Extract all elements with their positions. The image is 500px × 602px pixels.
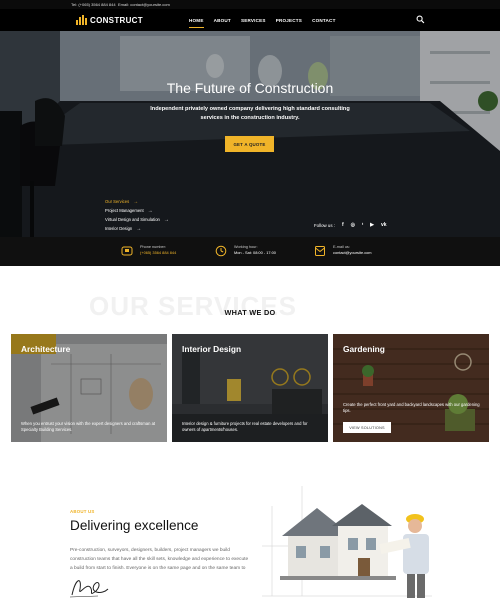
search-icon[interactable] (416, 15, 425, 24)
nav-about[interactable]: ABOUT (209, 18, 236, 23)
arrow-right-icon: → (163, 216, 169, 223)
services-background-text: OUR SERVICES (89, 291, 298, 321)
card-text-architecture: When you entrust your vision with the ex… (21, 421, 156, 432)
get-a-quote-button[interactable]: GET A QUOTE (225, 136, 274, 152)
arrow-right-icon: → (147, 207, 153, 214)
service-card-architecture[interactable]: Architecture When you entrust your visio… (11, 334, 167, 442)
about-text: Pre-construction, surveyors, designers, … (70, 548, 249, 571)
arrow-right-icon: → (136, 225, 142, 232)
house-engineer-image (262, 486, 432, 598)
hero-section: The Future of Construction Independent p… (0, 31, 500, 237)
info-hours-value: Mon - Sat: 08:00 - 17:00 (234, 250, 276, 255)
info-email: E-mail us: contact@yoursite.com (314, 244, 372, 257)
kitchen-background-image (0, 31, 500, 237)
card-title-architecture: Architecture (21, 344, 71, 354)
follow-us-label: Follow us : (314, 222, 335, 228)
about-title: Delivering excellence (70, 518, 199, 533)
info-hours: Working hour: Mon - Sat: 08:00 - 17:00 (215, 244, 276, 257)
logo-bars-icon (76, 15, 87, 25)
hero-title: The Future of Construction (166, 80, 334, 96)
follow-us-bar: Follow us : f ◎ ᵗ ▶ vk (314, 222, 387, 228)
info-email-value[interactable]: contact@yoursite.com (333, 250, 372, 256)
phone-icon (121, 246, 133, 256)
nav-services[interactable]: SERVICES (236, 18, 271, 23)
view-solutions-button[interactable]: VIEW SOLUTIONS (343, 422, 391, 433)
nav-home[interactable]: HOME (184, 18, 209, 28)
instagram-icon[interactable]: ◎ (351, 222, 355, 228)
hero-link-interior-design[interactable]: Interior Design → (105, 224, 169, 233)
contact-info-strip: Phone number: (+065) 3564 884 844 Workin… (0, 237, 500, 266)
logo-text: CONSTRUCT (90, 15, 143, 25)
hero-service-links: Our Services → Project Management → Virtua… (105, 197, 169, 233)
signature-image (69, 580, 109, 598)
topbar-email[interactable]: Email: contact@yoursite.com (118, 2, 170, 7)
main-nav: HOME ABOUT SERVICES PROJECTS CONTACT (184, 9, 341, 31)
email-icon (315, 246, 325, 256)
hero-link-project-management[interactable]: Project Management → (105, 206, 169, 215)
nav-projects[interactable]: PROJECTS (271, 18, 307, 23)
card-title-interior-design: Interior Design (182, 344, 242, 354)
info-phone: Phone number: (+065) 3564 884 844 (121, 244, 176, 257)
card-text-gardening: Create the perfect front yard and backya… (343, 402, 480, 413)
hero-subtitle: Independent privately owned company deli… (150, 106, 350, 121)
arrow-right-icon: → (133, 198, 139, 205)
service-card-interior-design[interactable]: Interior Design Interior design & furnit… (172, 334, 328, 442)
youtube-icon[interactable]: ▶ (370, 222, 374, 228)
services-title: WHAT WE DO (224, 308, 276, 317)
vk-icon[interactable]: vk (381, 222, 387, 228)
topbar-phone[interactable]: Tel: (+065) 3564 884 844 (71, 2, 116, 7)
site-header: CONSTRUCT HOME ABOUT SERVICES PROJECTS C… (0, 9, 500, 31)
clock-icon (215, 245, 227, 257)
twitter-icon[interactable]: ᵗ (362, 222, 363, 228)
hero-link-virtual-design[interactable]: Virtual Design and Simulation → (105, 215, 169, 224)
card-title-gardening: Gardening (343, 344, 385, 354)
service-card-gardening[interactable]: Gardening Create the perfect front yard … (333, 334, 489, 442)
top-bar: Tel: (+065) 3564 884 844 Email: contact@… (0, 0, 500, 9)
card-text-interior-design: Interior design & furniture projects for… (182, 421, 308, 432)
hero-link-our-services[interactable]: Our Services → (105, 197, 169, 206)
logo[interactable]: CONSTRUCT (76, 14, 143, 26)
nav-contact[interactable]: CONTACT (307, 18, 341, 23)
info-phone-value[interactable]: (+065) 3564 884 844 (140, 250, 176, 256)
about-tag: ABOUT US (70, 509, 95, 514)
facebook-icon[interactable]: f (342, 222, 344, 228)
